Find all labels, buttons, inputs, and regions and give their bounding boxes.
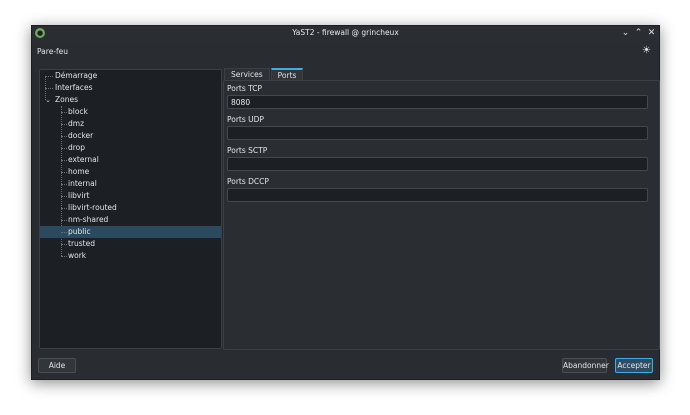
tree-item-interfaces[interactable]: Interfaces xyxy=(40,82,221,94)
maximize-icon[interactable]: ⌃ xyxy=(633,27,644,39)
tree-item-label: libvirt-routed xyxy=(68,203,117,212)
module-title: Pare-feu xyxy=(37,47,69,56)
tree-item-label: nm-shared xyxy=(68,215,109,224)
tab-bar: Services Ports xyxy=(224,68,304,81)
tree-item-label: trusted xyxy=(68,239,96,248)
tree-item-zone-external[interactable]: external xyxy=(40,154,221,166)
tree-item-zone-internal[interactable]: internal xyxy=(40,178,221,190)
window-title: YaST2 - firewall @ grincheux xyxy=(292,28,399,37)
tree-item-label: dmz xyxy=(68,119,85,128)
tree-item-zones[interactable]: ⌄ Zones xyxy=(40,94,221,106)
close-icon[interactable]: ✕ xyxy=(646,27,657,39)
tree-item-zone-dmz[interactable]: dmz xyxy=(40,118,221,130)
tree-item-zone-libvirt[interactable]: libvirt xyxy=(40,190,221,202)
tree-item-label: external xyxy=(68,155,99,164)
accept-button[interactable]: Accepter xyxy=(615,358,653,373)
help-button[interactable]: Aide xyxy=(38,358,76,373)
ports-panel: Ports TCP 8080 Ports UDP Ports SCTP Port… xyxy=(223,80,660,350)
tree-item-zone-trusted[interactable]: trusted xyxy=(40,238,221,250)
tree-item-zone-drop[interactable]: drop xyxy=(40,142,221,154)
tree-item-label: work xyxy=(68,251,87,260)
minimize-icon[interactable]: ⌄ xyxy=(620,27,631,39)
tree-item-label: block xyxy=(68,107,88,116)
tree-item-zone-block[interactable]: block xyxy=(40,106,221,118)
tree-item-zone-libvirt-routed[interactable]: libvirt-routed xyxy=(40,202,221,214)
tcp-ports-input[interactable]: 8080 xyxy=(227,95,648,109)
tree-item-demarrage[interactable]: Démarrage xyxy=(40,70,221,82)
tree-item-label: Démarrage xyxy=(55,71,98,80)
title-bar[interactable]: ● YaST2 - firewall @ grincheux ⌄ ⌃ ✕ xyxy=(32,26,659,42)
yast-window: ● YaST2 - firewall @ grincheux ⌄ ⌃ ✕ Par… xyxy=(31,25,660,380)
chevron-down-icon[interactable]: ⌄ xyxy=(44,94,52,106)
tree-item-zone-nm-shared[interactable]: nm-shared xyxy=(40,214,221,226)
sctp-ports-input[interactable] xyxy=(227,157,648,171)
udp-ports-label: Ports UDP xyxy=(227,115,264,124)
tree-item-label: public xyxy=(68,227,91,236)
udp-ports-input[interactable] xyxy=(227,126,648,140)
tree-item-label: drop xyxy=(68,143,86,152)
tree-item-zone-docker[interactable]: docker xyxy=(40,130,221,142)
tree-item-label: libvirt xyxy=(68,191,90,200)
cancel-button[interactable]: Abandonner xyxy=(562,358,609,373)
dccp-ports-label: Ports DCCP xyxy=(227,177,269,186)
tree-item-label: Zones xyxy=(55,95,79,104)
sun-icon[interactable]: ☀ xyxy=(641,45,652,56)
tcp-ports-label: Ports TCP xyxy=(227,84,263,93)
sctp-ports-label: Ports SCTP xyxy=(227,146,268,155)
tree-item-zone-home[interactable]: home xyxy=(40,166,221,178)
tree-item-label: home xyxy=(68,167,90,176)
tree-item-label: Interfaces xyxy=(55,83,93,92)
tree-item-label: docker xyxy=(68,131,94,140)
dccp-ports-input[interactable] xyxy=(227,188,648,202)
tree-item-label: internal xyxy=(68,179,97,188)
tree-item-zone-work[interactable]: work xyxy=(40,250,221,262)
tree-item-zone-public[interactable]: public xyxy=(40,226,221,238)
navigation-tree[interactable]: Démarrage Interfaces ⌄ Zones block dmz d… xyxy=(39,69,222,349)
